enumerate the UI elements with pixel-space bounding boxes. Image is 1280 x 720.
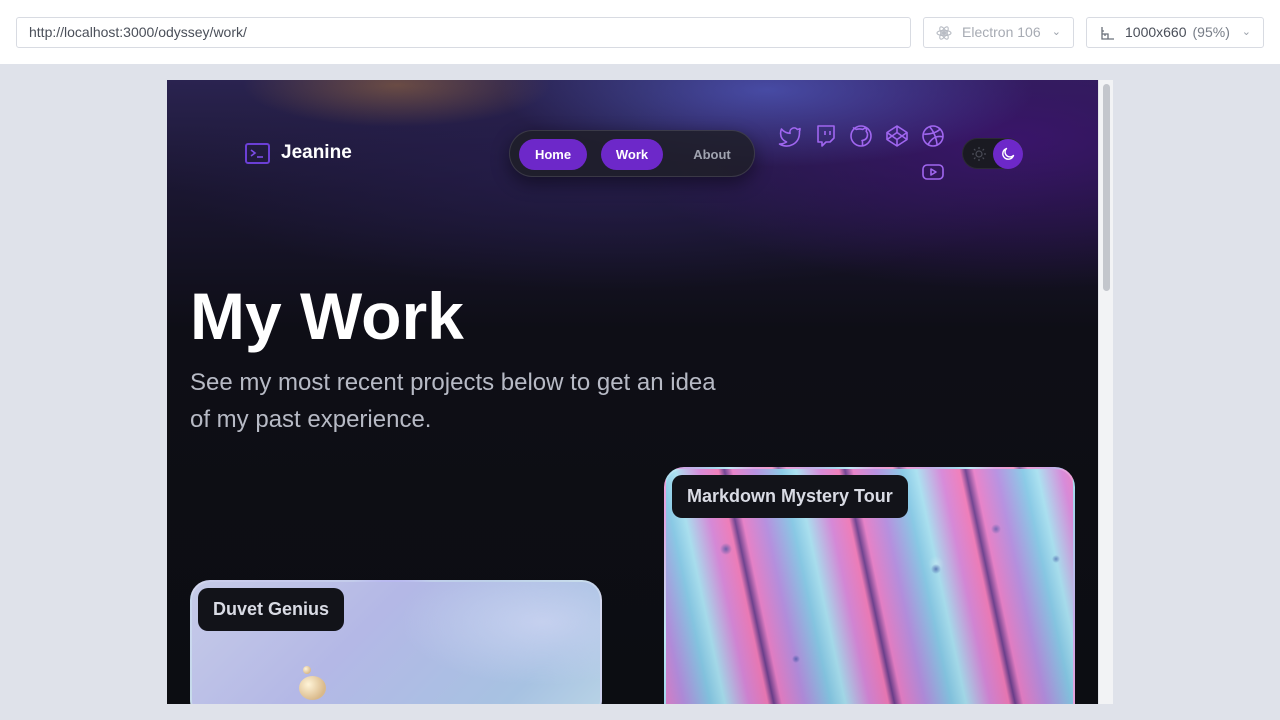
project-title: Duvet Genius: [198, 588, 345, 631]
zoom-label: (95%): [1192, 24, 1230, 40]
twitch-icon[interactable]: [814, 124, 838, 148]
site-logo[interactable]: Jeanine: [245, 142, 352, 164]
engine-label: Electron 106: [962, 24, 1041, 40]
project-title: Markdown Mystery Tour: [672, 475, 908, 518]
brand-name: Jeanine: [281, 142, 352, 163]
nav-about[interactable]: About: [680, 139, 744, 170]
portfolio-page: Jeanine Home Work About My Work See my m…: [167, 80, 1098, 704]
browser-toolbar: http://localhost:3000/odyssey/work/ Elec…: [0, 0, 1280, 64]
url-input[interactable]: http://localhost:3000/odyssey/work/: [16, 17, 911, 48]
decorative-bubble: [303, 666, 311, 674]
scrollbar-thumb[interactable]: [1103, 84, 1110, 291]
twitter-icon[interactable]: [778, 124, 802, 148]
chevron-down-icon: ⌄: [1241, 26, 1251, 38]
chevron-down-icon: ⌄: [1051, 26, 1061, 38]
dribbble-icon[interactable]: [921, 124, 945, 148]
github-icon[interactable]: [849, 124, 873, 148]
youtube-icon[interactable]: [921, 160, 945, 184]
sun-icon: [971, 146, 987, 162]
vertical-scrollbar[interactable]: [1098, 80, 1113, 704]
codepen-icon[interactable]: [885, 124, 909, 148]
theme-toggle[interactable]: [962, 138, 1023, 169]
decorative-bubble: [299, 676, 326, 700]
ruler-icon: [1099, 25, 1115, 41]
page-viewport: Jeanine Home Work About My Work See my m…: [167, 80, 1113, 704]
viewport-size-label: 1000x660: [1125, 24, 1187, 40]
viewport-size-select[interactable]: 1000x660 (95%) ⌄: [1086, 17, 1264, 48]
page-subtitle: See my most recent projects below to get…: [190, 369, 716, 433]
page-title: My Work: [190, 279, 464, 353]
moon-icon: [993, 139, 1023, 169]
terminal-icon: [245, 142, 270, 164]
engine-select[interactable]: Electron 106 ⌄: [923, 17, 1074, 48]
electron-icon: [936, 25, 952, 41]
main-nav: Home Work About: [509, 130, 755, 177]
nav-home[interactable]: Home: [519, 139, 587, 170]
nav-work[interactable]: Work: [601, 139, 663, 170]
